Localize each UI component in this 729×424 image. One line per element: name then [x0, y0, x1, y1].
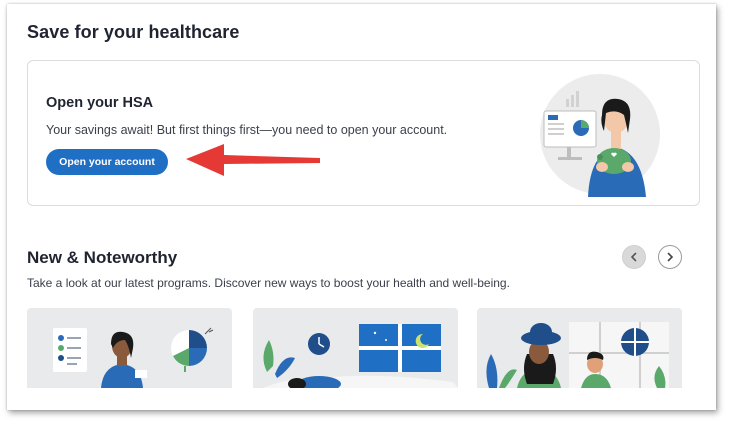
section-subtitle: Take a look at our latest programs. Disc…: [27, 276, 510, 290]
annotation-arrow-icon: [186, 144, 320, 176]
hsa-card: Open your HSA Your savings await! But fi…: [27, 60, 700, 206]
screenshot-frame: Save for your healthcare Open your HSA Y…: [7, 4, 716, 410]
carousel-prev-button[interactable]: [622, 245, 646, 269]
program-card[interactable]: [477, 308, 682, 388]
section-title: New & Noteworthy: [27, 248, 178, 267]
program-card[interactable]: [27, 308, 232, 388]
page-title: Save for your healthcare: [27, 22, 240, 42]
hsa-woman-piggybank-illustration: [540, 74, 660, 197]
hsa-description: Your savings await! But first things fir…: [46, 123, 448, 137]
checklist-woman-illustration: [53, 327, 214, 388]
hsa-title: Open your HSA: [46, 95, 154, 111]
people-window-illustration: [486, 322, 669, 388]
open-account-button[interactable]: Open your account: [46, 149, 168, 175]
program-card[interactable]: [253, 308, 458, 388]
chevron-right-icon: [667, 252, 674, 262]
sleep-bedroom-illustration: [263, 324, 458, 388]
carousel-next-button[interactable]: [658, 245, 682, 269]
chevron-left-icon: [630, 252, 637, 262]
